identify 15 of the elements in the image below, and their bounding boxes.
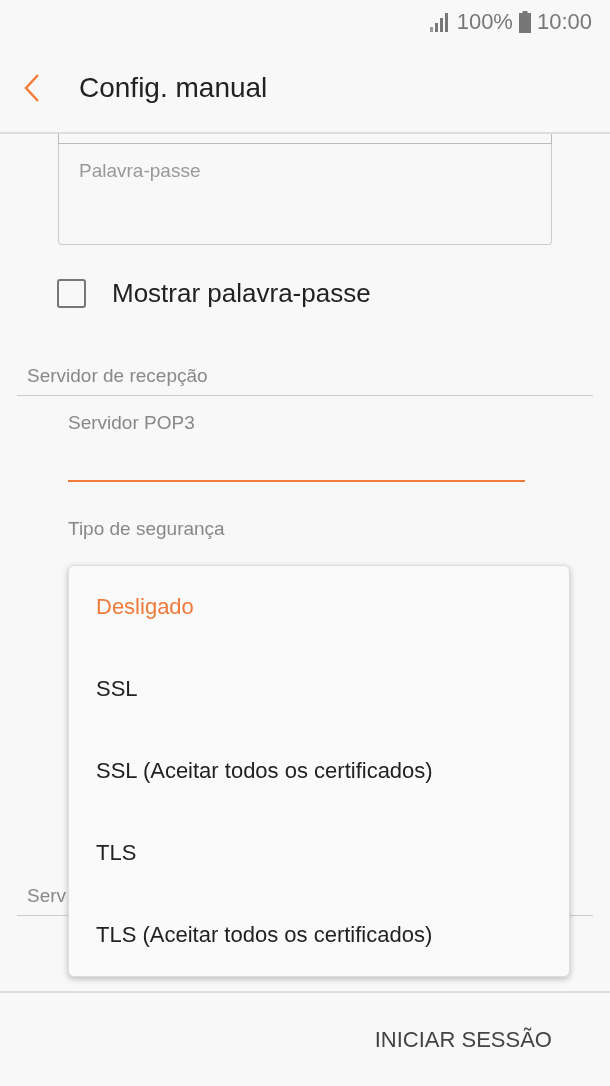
menu-item[interactable]: SSL (69, 648, 569, 730)
section-header: Servidor de recepção (17, 365, 593, 396)
checkbox[interactable] (57, 279, 86, 308)
sign-in-button[interactable]: INICIAR SESSÃO (374, 1021, 552, 1059)
server-field[interactable]: Servidor POP3 (68, 412, 525, 482)
battery-percentage: 100% (456, 9, 513, 35)
menu-item[interactable]: SSL (Aceitar todos os certificados) (69, 730, 569, 812)
signal-icon (428, 12, 451, 32)
battery-icon (518, 11, 531, 33)
input-field[interactable] (58, 134, 552, 144)
field-label: Tipo de segurança (68, 518, 226, 540)
screen-title: Config. manual (79, 72, 268, 104)
clock-time: 10:00 (536, 9, 592, 35)
password-field[interactable]: Palavra-passe (58, 144, 552, 245)
checkbox-label[interactable]: Mostrar palavra-passe (112, 278, 371, 309)
